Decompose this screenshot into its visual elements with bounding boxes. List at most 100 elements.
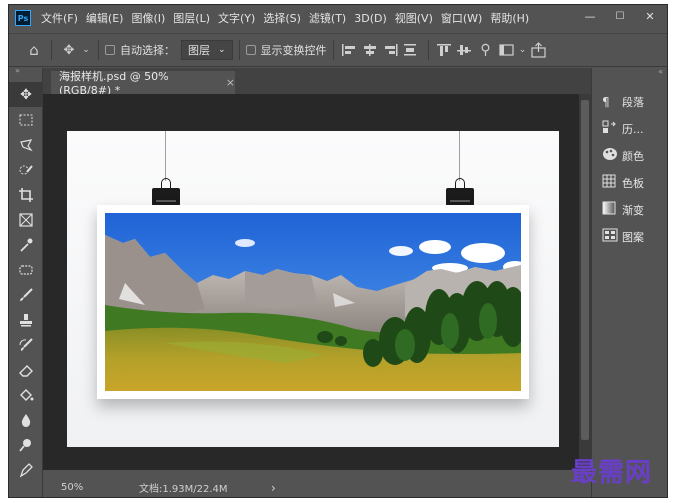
binder-clip-wire-right bbox=[455, 178, 465, 188]
pen-icon bbox=[19, 462, 33, 477]
scrollbar-thumb[interactable] bbox=[581, 100, 589, 440]
panel-gradient-label: 渐变 bbox=[622, 203, 644, 217]
menu-file[interactable]: 文件(F) bbox=[37, 10, 82, 26]
move-tool-icon[interactable]: ✥ bbox=[58, 43, 80, 58]
healing-brush-tool[interactable] bbox=[9, 257, 43, 282]
crop-icon bbox=[19, 187, 33, 202]
poster-canvas[interactable] bbox=[67, 131, 559, 447]
home-icon[interactable]: ⌂ bbox=[23, 41, 45, 59]
divider bbox=[51, 40, 52, 60]
photoshop-logo[interactable]: Ps bbox=[15, 10, 31, 26]
close-tab-icon[interactable]: × bbox=[226, 76, 235, 89]
menu-type[interactable]: 文字(Y) bbox=[214, 10, 259, 26]
mountain-landscape-image bbox=[105, 213, 521, 391]
panel-color[interactable]: 颜色 bbox=[592, 142, 667, 169]
history-icon bbox=[602, 120, 622, 137]
stamp-icon bbox=[20, 313, 32, 326]
divider bbox=[332, 40, 334, 60]
show-transform-checkbox[interactable] bbox=[245, 45, 256, 55]
collapsed-panels: « ¶ 段落 历... 颜色 色板 渐变 图案 bbox=[591, 68, 667, 497]
paint-bucket-tool[interactable] bbox=[9, 382, 43, 407]
panel-swatches[interactable]: 色板 bbox=[592, 169, 667, 196]
pen-tool[interactable] bbox=[9, 457, 43, 482]
document-size: 文档:1.93M/22.4M bbox=[139, 484, 228, 495]
chevron-down-icon[interactable]: ⌄ bbox=[80, 45, 92, 55]
divider bbox=[238, 40, 240, 60]
eraser-icon bbox=[19, 364, 33, 377]
auto-select-value: 图层 bbox=[188, 44, 210, 57]
panel-patterns-label: 图案 bbox=[622, 230, 644, 244]
vertical-scrollbar[interactable] bbox=[579, 94, 591, 470]
marquee-tool[interactable] bbox=[9, 107, 43, 132]
panel-swatches-label: 色板 bbox=[622, 176, 644, 190]
swatches-icon bbox=[602, 174, 622, 191]
search-icon[interactable]: ⚲ bbox=[475, 42, 497, 58]
align-left-icon[interactable] bbox=[340, 43, 360, 57]
close-button[interactable]: ✕ bbox=[635, 5, 665, 27]
status-menu-arrow[interactable]: › bbox=[271, 481, 276, 495]
binder-clip-left bbox=[152, 188, 180, 206]
align-top-icon[interactable] bbox=[435, 43, 455, 57]
distribute-icon[interactable] bbox=[400, 43, 422, 57]
frame-tool[interactable] bbox=[9, 207, 43, 232]
eyedropper-icon bbox=[20, 238, 33, 252]
menu-layer[interactable]: 图层(L) bbox=[169, 10, 214, 26]
eyedropper-tool[interactable] bbox=[9, 232, 43, 257]
auto-select-checkbox[interactable] bbox=[105, 45, 115, 55]
zoom-level[interactable]: 50% bbox=[61, 482, 131, 493]
lasso-tool[interactable] bbox=[9, 132, 43, 157]
color-icon bbox=[602, 147, 622, 164]
collapse-toolbar-toggle[interactable]: » bbox=[9, 67, 42, 76]
brush-tool[interactable] bbox=[9, 282, 43, 307]
menu-image[interactable]: 图像(I) bbox=[127, 10, 169, 26]
marquee-icon bbox=[19, 114, 33, 125]
quick-select-icon bbox=[19, 164, 33, 174]
align-middle-icon[interactable] bbox=[455, 43, 475, 57]
eraser-tool[interactable] bbox=[9, 357, 43, 382]
menu-3d[interactable]: 3D(D) bbox=[350, 12, 391, 25]
dodge-tool[interactable] bbox=[9, 432, 43, 457]
menu-window[interactable]: 窗口(W) bbox=[437, 10, 486, 26]
menu-view[interactable]: 视图(V) bbox=[391, 10, 437, 26]
menu-select[interactable]: 选择(S) bbox=[259, 10, 305, 26]
auto-select-dropdown[interactable]: 图层 ⌄ bbox=[181, 40, 233, 60]
maximize-button[interactable]: ☐ bbox=[605, 5, 635, 27]
healing-brush-icon bbox=[19, 264, 33, 275]
workspace-icon[interactable] bbox=[497, 43, 517, 57]
divider bbox=[98, 40, 99, 60]
align-right-icon[interactable] bbox=[380, 43, 400, 57]
menu-edit[interactable]: 编辑(E) bbox=[82, 10, 128, 26]
quick-select-tool[interactable] bbox=[9, 157, 43, 182]
collapse-panels-toggle[interactable]: « bbox=[592, 68, 667, 78]
document-tab[interactable]: 海报样机.psd @ 50%(RGB/8#) * × bbox=[51, 70, 235, 97]
auto-select-label: 自动选择： bbox=[120, 44, 175, 57]
minimize-button[interactable]: — bbox=[575, 5, 605, 27]
panel-color-label: 颜色 bbox=[622, 149, 644, 163]
align-center-icon[interactable] bbox=[360, 43, 380, 57]
binder-clip-right bbox=[446, 188, 474, 206]
chevron-down-icon: ⌄ bbox=[218, 45, 226, 55]
status-bar: 50% 文档:1.93M/22.4M › bbox=[43, 476, 591, 497]
menu-help[interactable]: 帮助(H) bbox=[486, 10, 533, 26]
panel-patterns[interactable]: 图案 bbox=[592, 223, 667, 250]
paint-bucket-icon bbox=[20, 388, 34, 401]
history-brush-tool[interactable] bbox=[9, 332, 43, 357]
mountain-landscape-photo bbox=[105, 213, 521, 391]
clone-stamp-tool[interactable] bbox=[9, 307, 43, 332]
menu-bar: Ps 文件(F) 编辑(E) 图像(I) 图层(L) 文字(Y) 选择(S) 滤… bbox=[9, 5, 667, 31]
options-bar: ⌂ ✥ ⌄ 自动选择： 图层 ⌄ 显示变换控件 ⚲ ⌄ bbox=[9, 33, 667, 67]
droplet-icon bbox=[21, 413, 31, 427]
pasteboard[interactable] bbox=[43, 94, 579, 470]
panel-history[interactable]: 历... bbox=[592, 115, 667, 142]
blur-tool[interactable] bbox=[9, 407, 43, 432]
share-icon[interactable] bbox=[529, 42, 549, 58]
move-tool[interactable]: ✥ bbox=[9, 82, 43, 107]
crop-tool[interactable] bbox=[9, 182, 43, 207]
panel-paragraph[interactable]: ¶ 段落 bbox=[592, 88, 667, 115]
panel-gradient[interactable]: 渐变 bbox=[592, 196, 667, 223]
move-icon: ✥ bbox=[20, 86, 32, 103]
document-tab-bar: 海报样机.psd @ 50%(RGB/8#) * × bbox=[43, 68, 591, 97]
gradient-icon bbox=[602, 201, 622, 218]
chevron-down-icon[interactable]: ⌄ bbox=[517, 45, 529, 55]
menu-filter[interactable]: 滤镜(T) bbox=[305, 10, 350, 26]
